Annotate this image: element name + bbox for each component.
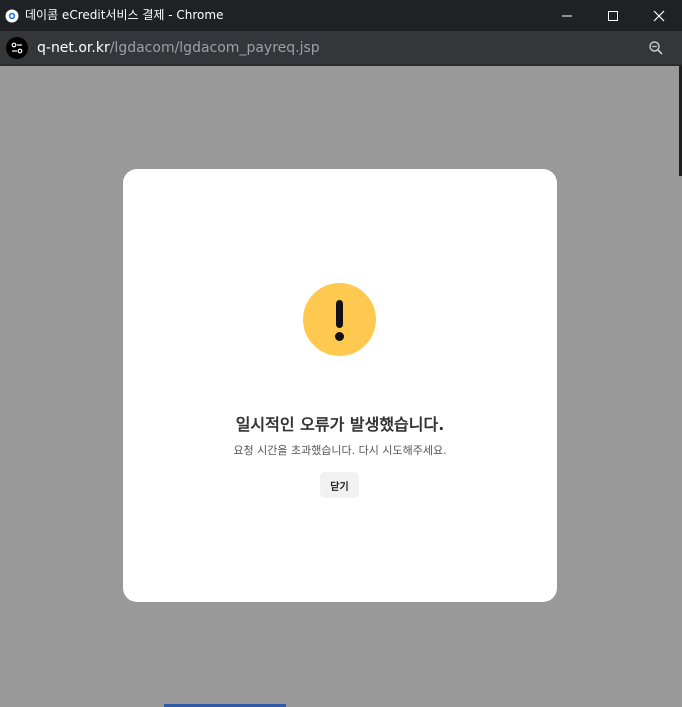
tune-icon [11, 42, 23, 54]
url-host: q-net.or.kr [37, 40, 110, 56]
error-dialog: 일시적인 오류가 발생했습니다. 요청 시간을 초과했습니다. 다시 시도해주세… [123, 169, 557, 602]
exclamation-dot [335, 332, 344, 341]
address-bar: q-net.or.kr/lgdacom/lgdacom_payreq.jsp [0, 31, 682, 64]
window-title: 데이콤 eCredit서비스 결제 - Chrome [25, 8, 224, 22]
dialog-title: 일시적인 오류가 발생했습니다. [235, 415, 445, 434]
browser-window: 데이콤 eCredit서비스 결제 - Chrome q-net.or.kr/l… [0, 0, 682, 707]
close-icon [653, 10, 665, 21]
warning-icon [303, 283, 376, 356]
exclamation-bar [336, 300, 343, 328]
close-button[interactable]: 닫기 [320, 472, 359, 498]
close-window-button[interactable] [636, 0, 682, 31]
url-path: /lgdacom/lgdacom_payreq.jsp [109, 40, 320, 56]
minimize-button[interactable] [544, 0, 590, 31]
maximize-button[interactable] [590, 0, 636, 31]
title-bar: 데이콤 eCredit서비스 결제 - Chrome [0, 0, 682, 31]
zoom-out-icon[interactable] [648, 40, 664, 56]
dialog-message: 요청 시간을 초과했습니다. 다시 시도해주세요. [233, 444, 447, 457]
chrome-icon [5, 9, 19, 23]
maximize-icon [608, 10, 618, 21]
url-field[interactable]: q-net.or.kr/lgdacom/lgdacom_payreq.jsp [37, 40, 320, 56]
site-info-button[interactable] [6, 37, 28, 59]
minimize-icon [562, 15, 572, 16]
